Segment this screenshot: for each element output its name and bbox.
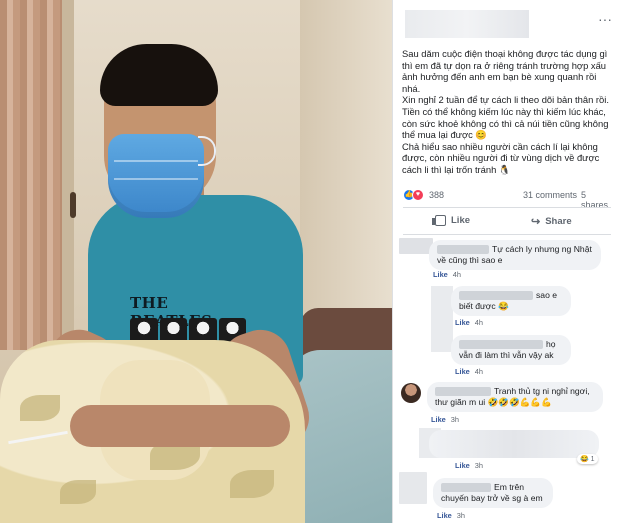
comment: Em trên chuyến bay trở về sg à em Like 3h: [399, 472, 613, 520]
commenter-name-redacted: [437, 245, 489, 255]
comment-bubble[interactable]: Tự cách ly nhưng ng Nhật về cũng thì sao…: [429, 240, 601, 270]
comment-count[interactable]: 31 comments: [523, 190, 577, 200]
pillow-pattern: [20, 395, 60, 421]
share-arrow-icon: ↪: [531, 216, 541, 228]
pillow-pattern: [230, 470, 274, 498]
comment: Tự cách ly nhưng ng Nhật về cũng thì sao…: [399, 238, 613, 279]
share-button[interactable]: ↪ Share: [531, 215, 572, 228]
comment-time[interactable]: 4h: [475, 367, 483, 376]
post-paragraph: Chả hiểu sao nhiều người cần cách lí lại…: [402, 140, 600, 175]
comment-like-link[interactable]: Like: [455, 318, 470, 327]
comment-like-link[interactable]: Like: [455, 461, 470, 470]
comment-time[interactable]: 4h: [453, 270, 461, 279]
comment-bubble[interactable]: Em trên chuyến bay trở về sg à em: [433, 478, 553, 508]
comment-bubble[interactable]: Tranh thủ tg ni nghỉ ngơi, thư giãn m ui…: [427, 382, 603, 412]
share-button-label: Share: [545, 216, 572, 227]
person-hands: [70, 405, 290, 447]
comment: Tranh thủ tg ni nghỉ ngơi, thư giãn m ui…: [399, 380, 613, 424]
post-body: Sau dăm cuộc điện thoại không được tác d…: [402, 48, 614, 176]
comment-bubble[interactable]: họ vẫn đi làm thì vẫn vậy ak: [451, 335, 571, 365]
commenter-name-redacted: [459, 340, 543, 350]
comment-meta: Like 3h: [431, 415, 459, 424]
comment-time[interactable]: 3h: [451, 415, 459, 424]
commenter-avatar[interactable]: [401, 383, 421, 403]
face-mask: [108, 134, 204, 218]
comment-like-link[interactable]: Like: [431, 415, 446, 424]
comment-like-link[interactable]: Like: [433, 270, 448, 279]
commenter-avatar[interactable]: [399, 472, 427, 504]
post-paragraph: Sau dăm cuộc điện thoại không được tác d…: [402, 48, 608, 94]
post-photo[interactable]: THE BEATLES: [0, 0, 392, 523]
person-hair: [100, 44, 218, 106]
comment-bubble[interactable]: sao e biết được 😂: [451, 286, 571, 316]
comment-bubble[interactable]: [429, 430, 599, 458]
comment-like-link[interactable]: Like: [437, 511, 452, 520]
post-panel: ··· Sau dăm cuộc điện thoại không được t…: [392, 0, 620, 523]
comment-reply: sao e biết được 😂 Like 4h: [399, 284, 613, 327]
face-mask-fold: [114, 160, 198, 162]
comment-meta: Like 4h: [433, 270, 461, 279]
blue-blanket: [290, 350, 392, 523]
author-redacted: [405, 10, 529, 38]
thumbs-up-icon: [432, 215, 446, 226]
pillow-pattern: [60, 480, 96, 504]
love-reaction-icon: ♥: [412, 189, 424, 201]
like-button-label: Like: [451, 215, 471, 226]
comment-reaction[interactable]: 😂 1: [577, 454, 598, 464]
divider: [403, 234, 611, 235]
comment-time[interactable]: 3h: [475, 461, 483, 470]
comment-meta: Like 4h: [455, 318, 483, 327]
commenter-name-redacted: [459, 291, 533, 301]
commenter-name-redacted: [441, 483, 491, 493]
post-author[interactable]: [405, 10, 605, 38]
action-bar: Like ↪ Share: [403, 210, 611, 234]
comment-like-link[interactable]: Like: [455, 367, 470, 376]
comment-meta: Like 4h: [455, 367, 483, 376]
commenter-name-redacted: [435, 387, 491, 397]
divider: [403, 207, 611, 208]
commenter-redacted: [399, 238, 433, 254]
door-handle: [70, 192, 76, 218]
more-options-icon[interactable]: ···: [598, 12, 612, 26]
reaction-summary[interactable]: 👍 ♥ 388 31 comments 5 shares: [403, 189, 611, 210]
comment-time[interactable]: 3h: [457, 511, 465, 520]
comment-reply: 😂 1 Like 3h: [399, 428, 613, 470]
comment-reply: họ vẫn đi làm thì vẫn vậy ak Like 4h: [399, 333, 613, 376]
like-button[interactable]: Like: [432, 215, 471, 226]
post-paragraph: Xin nghỉ 2 tuần để tự cách li theo dõi b…: [402, 94, 609, 141]
door-frame: [62, 0, 74, 380]
face-mask-fold: [114, 178, 198, 180]
comment-time[interactable]: 4h: [475, 318, 483, 327]
reaction-count: 388: [429, 190, 445, 200]
comment-meta: Like 3h: [455, 461, 483, 470]
comment-meta: Like 3h: [437, 511, 465, 520]
curtain: [0, 0, 62, 350]
